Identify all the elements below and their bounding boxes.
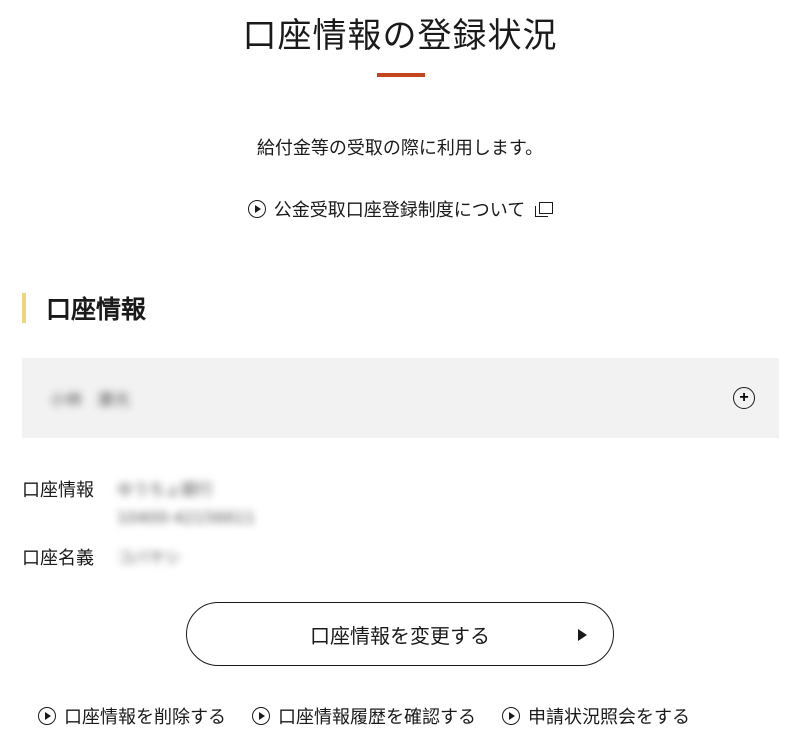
play-circle-icon [252,707,270,725]
account-holder-name: 小林 康光 [50,390,131,409]
bank-name: ゆうちょ銀行 [117,480,214,499]
application-status-link[interactable]: 申請状況照会をする [502,703,690,729]
account-holder-kana: コバヤシ [117,548,182,567]
account-info-row: 口座情報 ゆうちょ銀行 10400-42156611 [22,476,255,527]
external-window-icon [535,201,554,217]
title-underline [377,73,425,77]
account-info-values: ゆうちょ銀行 10400-42156611 [117,476,255,527]
delete-account-link-label: 口座情報を削除する [64,707,226,728]
play-circle-icon [502,707,520,725]
account-number: 10400-42156611 [117,508,256,527]
about-system-link-label: 公金受取口座登録制度について [273,200,526,221]
account-name-label: 口座名義 [22,548,94,569]
change-account-button[interactable]: 口座情報を変更する [186,602,614,666]
account-history-link-label: 口座情報履歴を確認する [278,707,476,728]
play-circle-icon [247,200,266,218]
change-account-button-label: 口座情報を変更する [310,623,490,648]
delete-account-link[interactable]: 口座情報を削除する [38,703,226,729]
plus-circle-icon[interactable]: + [733,387,755,409]
about-system-link[interactable]: 公金受取口座登録制度について [0,196,800,222]
section-title: 口座情報 [46,295,147,324]
bottom-action-links: 口座情報を削除する 口座情報履歴を確認する 申請状況照会をする [38,703,690,729]
account-holder-panel: 小林 康光 + [22,358,779,438]
account-history-link[interactable]: 口座情報履歴を確認する [252,703,476,729]
triangle-right-icon [578,629,587,641]
account-section-heading: 口座情報 [22,290,146,326]
application-status-link-label: 申請状況照会をする [528,707,690,728]
section-accent-bar [22,293,26,323]
page-subtitle: 給付金等の受取の際に利用します。 [256,138,544,159]
play-circle-icon [38,707,56,725]
account-info-label: 口座情報 [22,480,94,501]
page-title: 口座情報の登録状況 [242,16,558,56]
account-name-row: 口座名義 コバヤシ [22,544,181,570]
